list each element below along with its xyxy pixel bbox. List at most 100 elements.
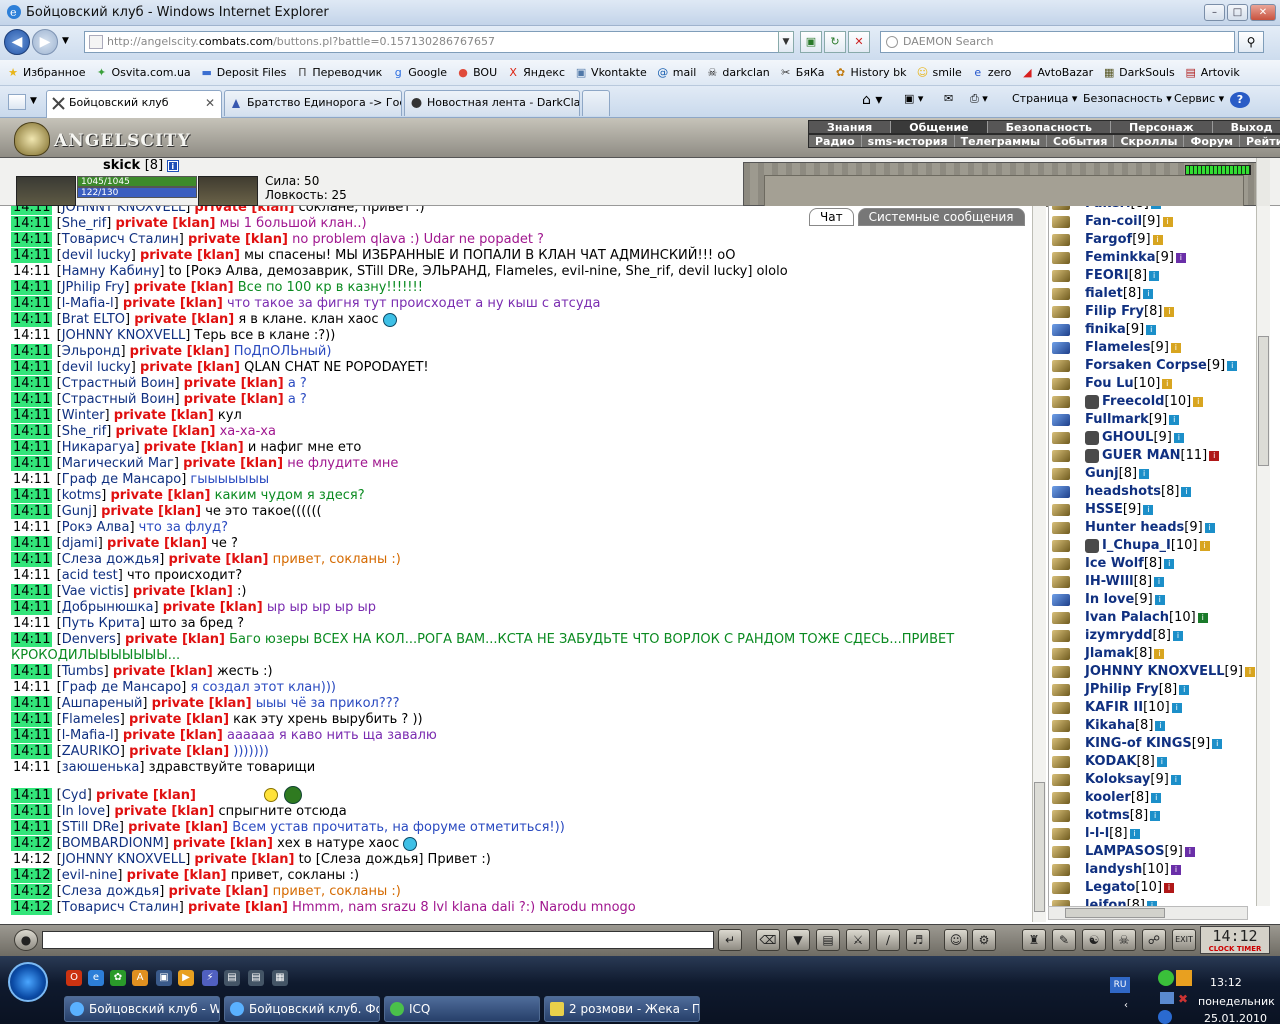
online-user[interactable]: Filip Fry[8] i <box>1049 303 1256 321</box>
chat-settings-icon[interactable]: ⚙ <box>972 929 996 951</box>
rank-icon[interactable] <box>1052 738 1070 750</box>
message-time[interactable]: 14:11 <box>11 440 53 455</box>
message-author[interactable]: Страстный Воин <box>62 392 175 407</box>
message-time[interactable]: 14:11 <box>11 680 52 695</box>
online-user[interactable]: KODAK[8] i <box>1049 753 1256 771</box>
rank-icon[interactable] <box>1052 576 1070 588</box>
private-tag[interactable]: private [klan] <box>188 232 288 247</box>
favorite-link[interactable]: ◢ AvtoBazar <box>1020 66 1093 80</box>
online-user[interactable]: Flameles[9] i <box>1049 339 1256 357</box>
tab-0[interactable]: Бойцовский клуб ✕ <box>46 90 222 118</box>
exit-icon[interactable]: EXIT <box>1172 929 1196 951</box>
favorite-link[interactable]: ✦ Osvita.com.ua <box>94 66 191 80</box>
clan-icon[interactable] <box>1085 448 1099 463</box>
rank-icon[interactable] <box>1052 756 1070 768</box>
user-info-icon[interactable]: i <box>1155 720 1166 731</box>
print-icon[interactable]: ⎙ ▾ <box>970 92 988 106</box>
safety-menu[interactable]: Безопасность ▾ <box>1083 92 1172 105</box>
message-time[interactable]: 14:11 <box>11 632 53 647</box>
favorite-link[interactable]: ▤ Artovik <box>1184 66 1240 80</box>
user-panel-scrollbar[interactable] <box>1256 158 1270 206</box>
private-tag[interactable]: private [klan] <box>110 488 210 503</box>
media-icon[interactable]: ▶ <box>178 970 194 986</box>
rank-icon[interactable] <box>1052 666 1070 678</box>
message-author[interactable]: Страстный Воин <box>62 376 175 391</box>
switcher-icon[interactable]: ⚡ <box>202 970 218 986</box>
user-nick[interactable]: Fullmark <box>1085 412 1149 427</box>
taskbar-chat[interactable]: 2 розмови - Жека - П... <box>544 996 700 1022</box>
help-icon[interactable]: ? <box>1230 92 1250 108</box>
tab-2[interactable]: Новостная лента - DarkClan <box>404 90 580 116</box>
private-tag[interactable]: private [klan] <box>123 728 223 743</box>
message-author[interactable]: Никарагуа <box>62 440 135 455</box>
message-author[interactable]: Tumbs <box>62 664 104 679</box>
message-time[interactable]: 14:11 <box>11 424 53 439</box>
message-time[interactable]: 14:11 <box>11 232 53 247</box>
message-time[interactable]: 14:11 <box>11 712 53 727</box>
online-user[interactable]: Jlamak[8] i <box>1049 645 1256 663</box>
user-nick[interactable]: Feminkka <box>1085 250 1156 265</box>
fight-icon[interactable]: ⚔ <box>846 929 870 951</box>
history-dropdown-icon[interactable]: ▼ <box>62 36 69 46</box>
tab-list-icon[interactable]: ▼ <box>30 96 37 106</box>
magic-icon[interactable]: ✎ <box>1052 929 1076 951</box>
user-info-icon[interactable]: i <box>1162 378 1173 389</box>
users-scrollbar[interactable] <box>1256 206 1270 906</box>
private-tag[interactable]: private [klan] <box>194 852 294 867</box>
taskbar-ie-forum[interactable]: Бойцовский клуб. Фо... <box>224 996 380 1022</box>
user-nick[interactable]: Fargof <box>1085 232 1132 247</box>
online-user[interactable]: izymrydd[8] i <box>1049 627 1256 645</box>
rank-icon[interactable] <box>1052 828 1070 840</box>
user-nick[interactable]: headshots <box>1085 484 1161 499</box>
private-tag[interactable]: private [klan] <box>144 440 244 455</box>
volume-muted-icon[interactable]: ✖ <box>1178 992 1188 1006</box>
mail-icon[interactable]: ✉ <box>944 92 953 105</box>
online-user[interactable]: In love[9] i <box>1049 591 1256 609</box>
rank-icon[interactable] <box>1052 594 1070 606</box>
tab-chat[interactable]: Чат <box>809 208 854 226</box>
rank-icon[interactable] <box>1052 846 1070 858</box>
rank-icon[interactable] <box>1052 306 1070 318</box>
online-user[interactable]: Freecold[10] i <box>1049 393 1256 411</box>
user-info-icon[interactable]: i <box>1154 648 1165 659</box>
tray-expand-icon[interactable]: ‹ <box>1124 1000 1128 1011</box>
message-time[interactable]: 14:12 <box>11 868 53 883</box>
message-time[interactable]: 14:11 <box>11 312 53 327</box>
user-nick[interactable]: fialet <box>1085 286 1123 301</box>
message-time[interactable]: 14:11 <box>11 600 53 615</box>
rank-icon[interactable] <box>1052 234 1070 246</box>
user-info-icon[interactable]: i <box>1169 414 1180 425</box>
message-time[interactable]: 14:11 <box>11 264 52 279</box>
save-log-icon[interactable]: ▤ <box>816 929 840 951</box>
message-author[interactable]: JPhilip Fry <box>62 280 125 295</box>
message-author[interactable]: STill DRe <box>62 820 119 835</box>
message-time[interactable]: 14:11 <box>11 504 53 519</box>
message-author[interactable]: ZAURIKO <box>62 744 120 759</box>
eraser-icon[interactable]: ⌫ <box>756 929 780 951</box>
private-tag[interactable]: private [klan] <box>152 696 252 711</box>
online-user[interactable]: Koloksay[9] i <box>1049 771 1256 789</box>
online-user[interactable]: kooler[8] i <box>1049 789 1256 807</box>
message-author[interactable]: Товарисч Сталин <box>62 900 179 915</box>
private-tag[interactable]: private [klan] <box>114 804 214 819</box>
user-info-icon[interactable]: i <box>1156 756 1167 767</box>
search-button[interactable]: ⚲ <box>1238 31 1264 53</box>
rank-icon[interactable] <box>1052 206 1070 210</box>
rank-icon[interactable] <box>1052 720 1070 732</box>
private-tag[interactable]: private [klan] <box>184 376 284 391</box>
message-time[interactable]: 14:11 <box>11 804 53 819</box>
icq-tray-icon[interactable] <box>1158 970 1174 986</box>
user-info-icon[interactable]: i <box>1129 828 1140 839</box>
private-tag[interactable]: private [klan] <box>123 296 223 311</box>
menu-item[interactable]: Радио <box>809 135 862 148</box>
user-nick[interactable]: HSSE <box>1085 502 1123 517</box>
message-author[interactable]: kotms <box>62 488 102 503</box>
user-nick[interactable]: kotms <box>1085 808 1130 823</box>
user-info-icon[interactable]: i <box>1164 882 1175 893</box>
users-hscrollbar[interactable] <box>1048 906 1248 920</box>
online-user[interactable]: HSSE[9] i <box>1049 501 1256 519</box>
online-user[interactable]: landysh[10] i <box>1049 861 1256 879</box>
user-nick[interactable]: Filip Fry <box>1085 304 1144 319</box>
user-nick[interactable]: Fukeri <box>1085 206 1130 211</box>
message-time[interactable]: 14:11 <box>11 344 53 359</box>
